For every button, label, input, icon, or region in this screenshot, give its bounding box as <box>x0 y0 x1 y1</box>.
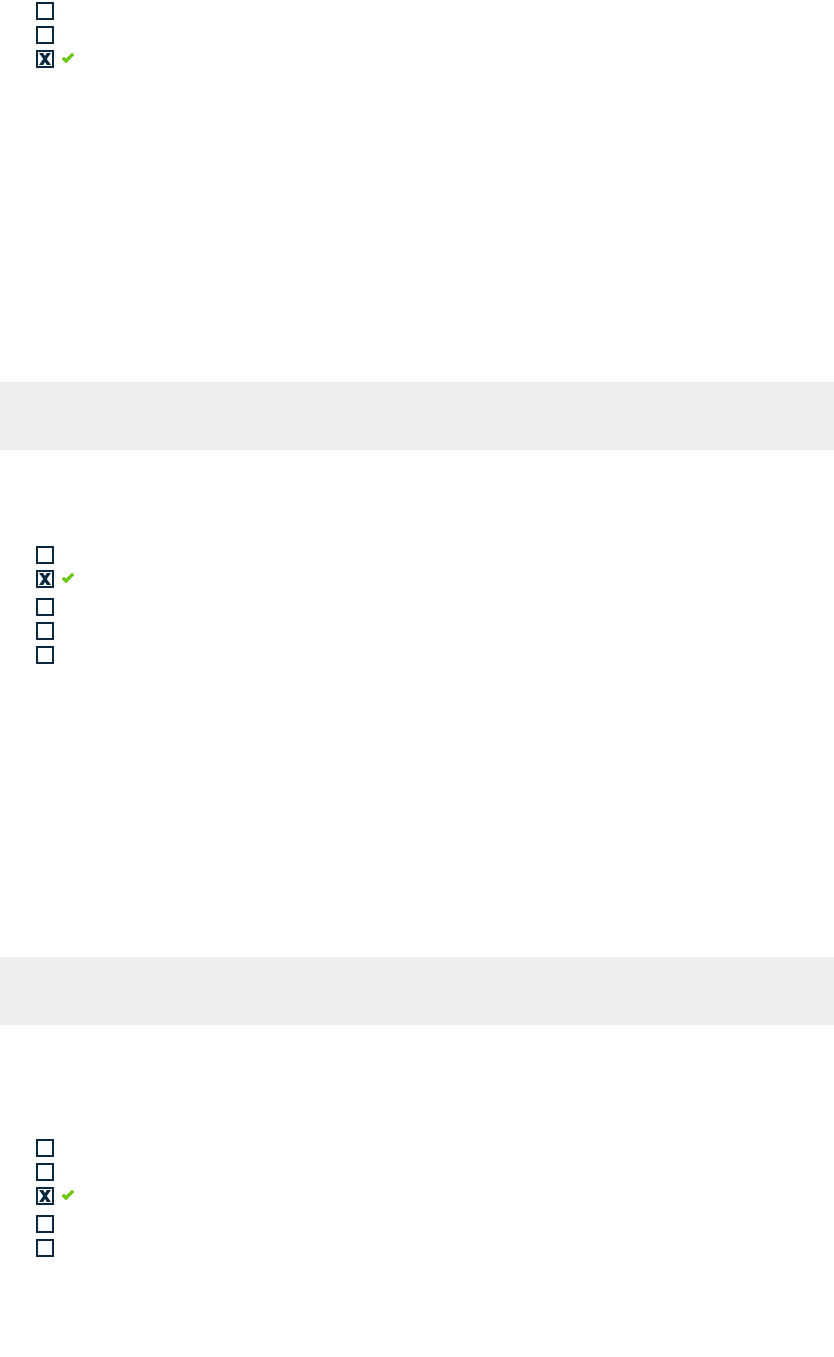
checkbox-unchecked[interactable] <box>36 546 54 564</box>
question-separator <box>0 957 834 1025</box>
question-block-1 <box>0 2 834 68</box>
option-row <box>36 26 798 44</box>
checkbox-checked[interactable] <box>36 50 54 68</box>
question-separator <box>0 382 834 450</box>
option-row <box>36 1239 798 1257</box>
checkbox-unchecked[interactable] <box>36 2 54 20</box>
option-row <box>36 1187 798 1205</box>
checkbox-unchecked[interactable] <box>36 26 54 44</box>
checkbox-unchecked[interactable] <box>36 1163 54 1181</box>
option-row <box>36 2 798 20</box>
checkbox-unchecked[interactable] <box>36 598 54 616</box>
checkbox-unchecked[interactable] <box>36 1215 54 1233</box>
options-list-3 <box>36 1139 798 1257</box>
checkbox-unchecked[interactable] <box>36 622 54 640</box>
question-block-3 <box>0 1139 834 1257</box>
option-row <box>36 1163 798 1181</box>
options-list-1 <box>36 2 798 68</box>
option-row <box>36 598 798 616</box>
option-row <box>36 50 798 68</box>
option-row <box>36 646 798 664</box>
option-row <box>36 1215 798 1233</box>
option-row <box>36 546 798 564</box>
checkbox-unchecked[interactable] <box>36 646 54 664</box>
option-row <box>36 1139 798 1157</box>
checkbox-unchecked[interactable] <box>36 1239 54 1257</box>
checkbox-checked[interactable] <box>36 1187 54 1205</box>
correct-check-icon <box>60 51 76 67</box>
option-row <box>36 622 798 640</box>
option-row <box>36 570 798 588</box>
correct-check-icon <box>60 571 76 587</box>
checkbox-checked[interactable] <box>36 570 54 588</box>
question-block-2 <box>0 546 834 664</box>
correct-check-icon <box>60 1188 76 1204</box>
options-list-2 <box>36 546 798 664</box>
checkbox-unchecked[interactable] <box>36 1139 54 1157</box>
